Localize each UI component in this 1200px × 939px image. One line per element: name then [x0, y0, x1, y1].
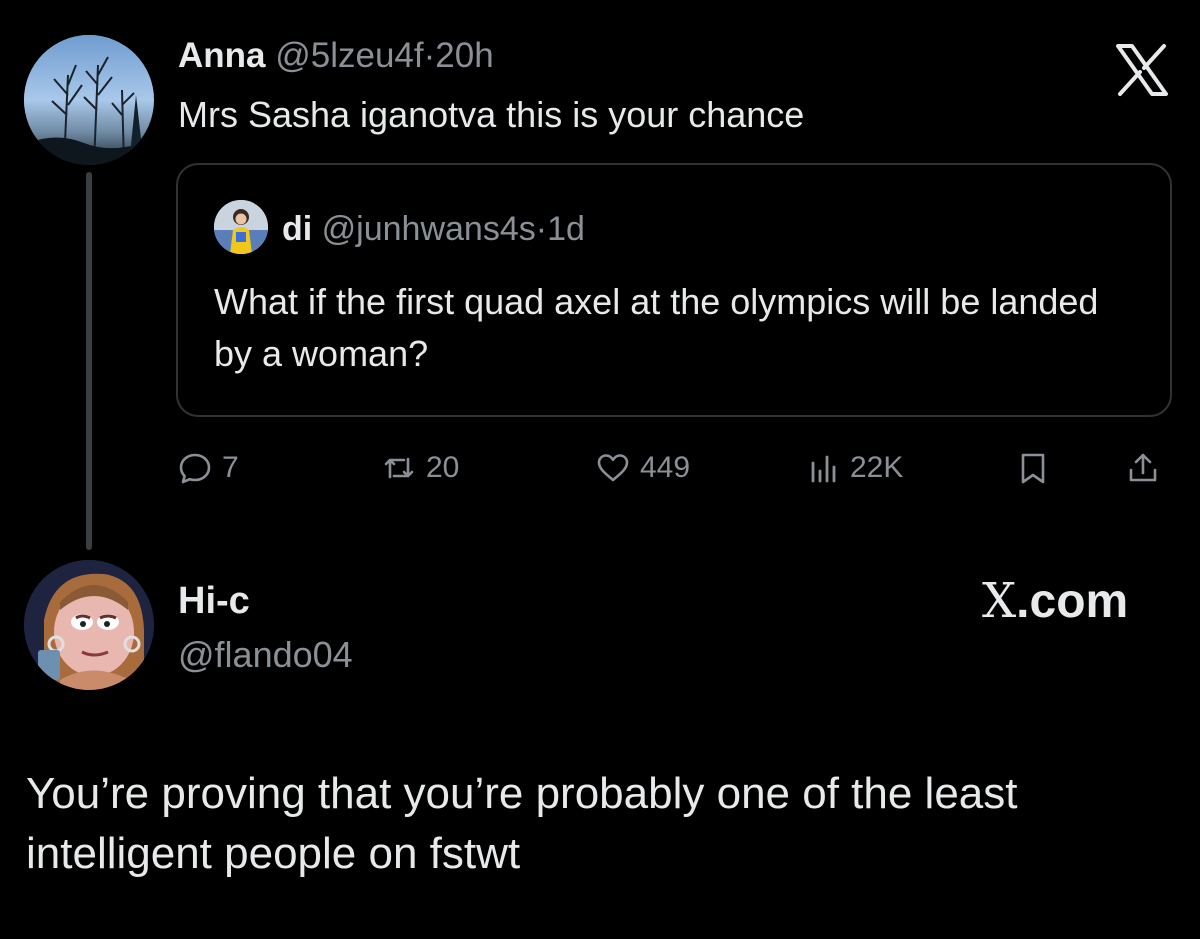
reply-text: You’re proving that you’re probably one …: [26, 769, 1018, 878]
heart-icon: [597, 454, 629, 482]
skater-photo-avatar-icon: [214, 200, 268, 254]
share-icon: [1129, 453, 1157, 482]
forest-trees-sky-avatar-icon: [24, 35, 154, 165]
tweet-text: Mrs Sasha iganotva this is your chance: [178, 94, 805, 135]
thread-connector-line: [86, 172, 92, 550]
quoted-meta-separator: ·: [535, 210, 548, 248]
author-name[interactable]: Anna: [178, 36, 266, 75]
x-watermark-glyph: X: [982, 573, 1017, 629]
like-count: 449: [640, 451, 691, 484]
quoted-tweet-time[interactable]: 1d: [547, 210, 585, 248]
quoted-author-name[interactable]: di: [282, 210, 312, 248]
tweet-author-row: Anna @5lzeu4f·20h: [178, 34, 494, 78]
quoted-tweet-text: What if the first quad axel at the olymp…: [214, 281, 1099, 374]
meta-separator: ·: [423, 36, 436, 75]
x-watermark-suffix: .com: [1016, 575, 1129, 628]
cartoon-character-avatar-icon: [24, 560, 154, 690]
quoted-author-avatar[interactable]: [214, 200, 268, 254]
reply-icon: [179, 453, 211, 484]
bookmark-icon: [1021, 453, 1045, 484]
x-com-watermark: X.com: [982, 573, 1128, 630]
view-count: 22K: [850, 451, 904, 484]
retweet-icon: [384, 457, 414, 479]
tweet-time[interactable]: 20h: [435, 36, 493, 75]
share-button[interactable]: [1126, 446, 1160, 490]
x-logo-icon: [1110, 38, 1174, 102]
author-avatar[interactable]: [24, 35, 154, 165]
retweet-count: 20: [426, 451, 460, 484]
reply-author-name[interactable]: Hi-c: [178, 578, 250, 624]
author-handle[interactable]: @5lzeu4f: [275, 36, 423, 75]
reply-button[interactable]: 7: [178, 446, 239, 490]
quoted-author-row: di @junhwans4s·1d: [282, 208, 585, 250]
views-button[interactable]: 22K: [806, 446, 903, 490]
quoted-author-handle[interactable]: @junhwans4s: [322, 210, 536, 248]
retweet-button[interactable]: 20: [382, 446, 459, 490]
reply-author-avatar[interactable]: [24, 560, 154, 690]
reply-author-handle[interactable]: @flando04: [178, 632, 353, 678]
reply-count: 7: [222, 451, 239, 484]
like-button[interactable]: 449: [596, 446, 690, 490]
views-icon: [811, 455, 836, 483]
bookmark-button[interactable]: [1016, 446, 1050, 490]
